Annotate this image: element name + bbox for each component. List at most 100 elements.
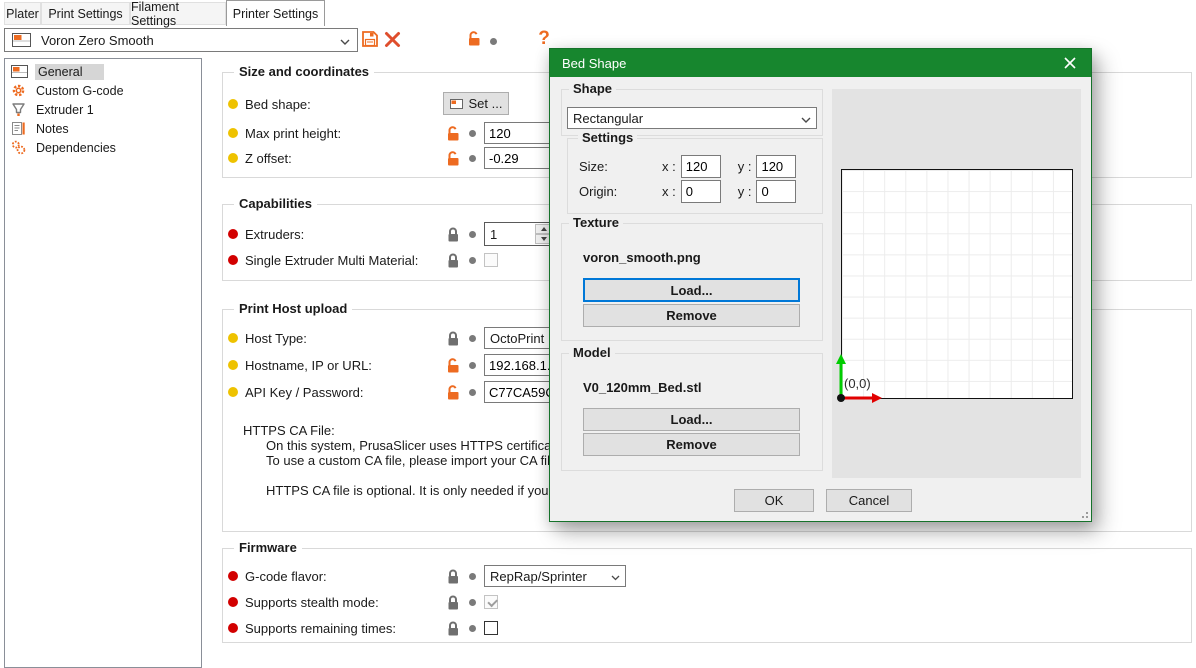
https-ca-file-line3: HTTPS CA file is optional. It is only ne… (266, 483, 559, 498)
tab-print-settings[interactable]: Print Settings (41, 2, 130, 25)
origin-y-input[interactable] (756, 180, 796, 203)
locked-padlock-icon[interactable] (446, 594, 461, 611)
tab-plater[interactable]: Plater (4, 2, 41, 25)
extruders-spinner[interactable]: 1 (484, 222, 554, 246)
printer-bed-icon (11, 65, 28, 78)
stealth-mode-checkbox[interactable] (484, 595, 498, 609)
sidebar-item-general[interactable]: General (5, 62, 201, 81)
sidebar-item-extruder-1[interactable]: Extruder 1 (5, 100, 201, 119)
unlocked-padlock-icon[interactable] (446, 150, 461, 167)
setting-label: Single Extruder Multi Material: (245, 253, 418, 268)
revert-dot-icon[interactable] (469, 257, 476, 264)
remove-button-label: Remove (666, 437, 717, 452)
revert-dot-icon[interactable] (469, 130, 476, 137)
sidebar-item-notes[interactable]: Notes (5, 119, 201, 138)
tab-label: Printer Settings (233, 7, 318, 21)
locked-padlock-icon[interactable] (446, 330, 461, 347)
size-label: Size: (579, 159, 662, 174)
locked-padlock-icon[interactable] (446, 226, 461, 243)
sidebar-item-dependencies[interactable]: Dependencies (5, 138, 201, 157)
tab-label: Print Settings (48, 7, 122, 21)
resize-grip[interactable] (1078, 508, 1088, 518)
revert-dot-icon[interactable] (469, 362, 476, 369)
sidebar-item-label: General (35, 64, 104, 80)
setting-row-gcode-flavor: G-code flavor: (228, 564, 327, 588)
revert-dot-icon[interactable] (469, 573, 476, 580)
bed-shape-set-button[interactable]: Set ... (443, 92, 509, 115)
tab-printer-settings[interactable]: Printer Settings (226, 0, 325, 26)
z-offset-input[interactable] (484, 147, 554, 169)
model-group-title: Model (569, 345, 615, 360)
revert-dot-icon[interactable] (469, 625, 476, 632)
tab-label: Plater (6, 7, 39, 21)
bed-shape-dialog: Bed Shape Shape Rectangular Settings Siz… (549, 48, 1092, 522)
revert-dot-icon[interactable] (469, 231, 476, 238)
model-filename: V0_120mm_Bed.stl (583, 380, 702, 395)
setting-label: Max print height: (245, 126, 341, 141)
unlocked-padlock-icon[interactable] (446, 384, 461, 401)
x-label: x : (662, 184, 676, 199)
texture-group-title: Texture (569, 215, 623, 230)
bed-preview-panel: (0,0) (832, 89, 1081, 478)
gears-icon (11, 140, 26, 155)
setting-label: G-code flavor: (245, 569, 327, 584)
setting-row-bed-shape: Bed shape: (228, 92, 311, 116)
sidebar-item-custom-gcode[interactable]: Custom G-code (5, 81, 201, 100)
origin-x-input[interactable] (681, 180, 721, 203)
texture-remove-button[interactable]: Remove (583, 304, 800, 327)
locked-padlock-icon[interactable] (446, 620, 461, 637)
status-dot-red (228, 597, 238, 607)
save-preset-button[interactable] (360, 29, 379, 48)
semm-checkbox[interactable] (484, 253, 498, 267)
size-y-input[interactable] (756, 155, 796, 178)
cancel-button[interactable]: Cancel (826, 489, 912, 512)
ok-button[interactable]: OK (734, 489, 814, 512)
printer-settings-window: Plater Print Settings Filament Settings … (0, 0, 1196, 668)
tab-filament-settings[interactable]: Filament Settings (130, 2, 226, 25)
status-dot-red (228, 571, 238, 581)
model-load-button[interactable]: Load... (583, 408, 800, 431)
origin-label: Origin: (579, 184, 662, 199)
gcode-flavor-select[interactable]: RepRap/Sprinter (484, 565, 626, 587)
revert-dot-icon[interactable] (469, 335, 476, 342)
status-dot-yellow (228, 128, 238, 138)
model-remove-button[interactable]: Remove (583, 433, 800, 456)
revert-dot-icon[interactable] (469, 599, 476, 606)
y-label: y : (738, 184, 752, 199)
status-dot-red (228, 623, 238, 633)
unlocked-padlock-icon[interactable] (446, 125, 461, 142)
setting-row-remaining-times: Supports remaining times: (228, 616, 396, 640)
setting-label: Z offset: (245, 151, 292, 166)
setting-label: Host Type: (245, 331, 307, 346)
controls-semm (446, 248, 498, 272)
delete-preset-button[interactable] (382, 29, 402, 49)
dialog-titlebar[interactable]: Bed Shape (550, 49, 1091, 77)
note-icon (11, 121, 26, 136)
sidebar-item-label: Custom G-code (33, 83, 127, 99)
revert-dot-icon[interactable] (469, 389, 476, 396)
status-dot-yellow (228, 360, 238, 370)
status-dot-yellow (228, 333, 238, 343)
controls-max-print-height (446, 121, 554, 145)
locked-padlock-icon[interactable] (446, 252, 461, 269)
texture-load-button[interactable]: Load... (583, 278, 800, 302)
controls-z-offset (446, 146, 554, 170)
setting-row-stealth-mode: Supports stealth mode: (228, 590, 379, 614)
size-x-input[interactable] (681, 155, 721, 178)
locked-padlock-icon[interactable] (446, 568, 461, 585)
setting-label: Hostname, IP or URL: (245, 358, 372, 373)
max-print-height-input[interactable] (484, 122, 554, 144)
unlocked-padlock-icon[interactable] (446, 357, 461, 374)
remove-button-label: Remove (666, 308, 717, 323)
dialog-close-button[interactable] (1049, 49, 1091, 77)
load-button-label: Load... (671, 412, 713, 427)
status-dot-red (228, 229, 238, 239)
revert-dot-icon[interactable] (469, 155, 476, 162)
status-dot-red (228, 255, 238, 265)
setting-row-hostname: Hostname, IP or URL: (228, 353, 372, 377)
preset-combobox[interactable]: Voron Zero Smooth (4, 28, 358, 52)
remaining-times-checkbox[interactable] (484, 621, 498, 635)
unlocked-padlock-icon (467, 30, 482, 47)
shape-select[interactable]: Rectangular (567, 107, 817, 129)
lock-settings-button[interactable] (467, 30, 482, 47)
